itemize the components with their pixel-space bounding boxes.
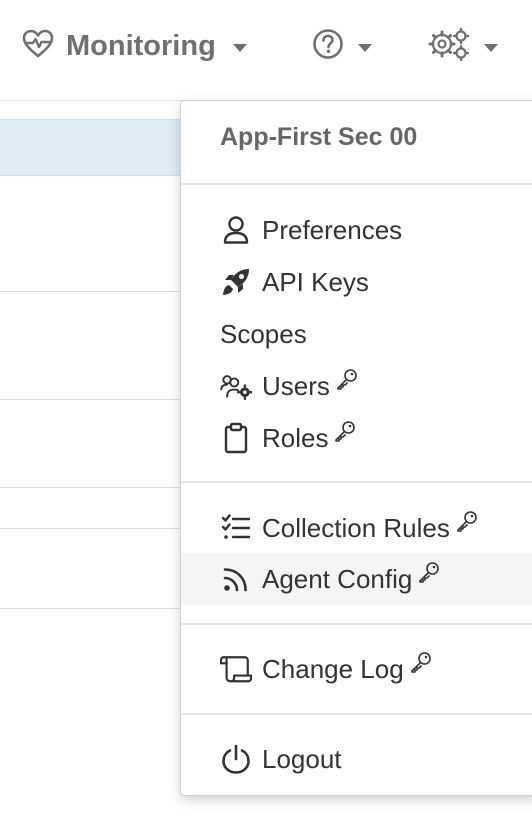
menu-item-agent-config[interactable]: Agent Config bbox=[181, 553, 532, 605]
settings-dropdown-menu: App-First Sec 00 Preferences API Keys Sc… bbox=[180, 100, 532, 796]
key-icon bbox=[410, 649, 432, 673]
menu-item-scopes[interactable]: Scopes bbox=[181, 308, 532, 360]
key-icon bbox=[418, 559, 440, 583]
menu-item-label: Users bbox=[262, 370, 330, 401]
top-navbar: Monitoring bbox=[0, 0, 532, 101]
users-cog-icon bbox=[220, 370, 252, 402]
help-menu-toggle[interactable] bbox=[312, 24, 372, 68]
monitoring-menu-toggle[interactable]: Monitoring bbox=[22, 24, 247, 68]
power-icon bbox=[220, 743, 252, 775]
menu-item-label: Agent Config bbox=[262, 563, 413, 594]
chevron-down-icon bbox=[358, 44, 372, 52]
menu-divider bbox=[181, 713, 532, 715]
chevron-down-icon bbox=[232, 44, 247, 52]
menu-item-label: Logout bbox=[262, 743, 342, 774]
menu-item-label: Roles bbox=[262, 422, 329, 453]
menu-item-label: Scopes bbox=[220, 318, 307, 349]
menu-item-logout[interactable]: Logout bbox=[181, 733, 532, 785]
question-circle-icon bbox=[312, 28, 344, 65]
menu-item-label: API Keys bbox=[262, 266, 369, 297]
monitoring-label: Monitoring bbox=[66, 29, 216, 62]
rocket-icon bbox=[220, 266, 252, 298]
menu-divider bbox=[181, 623, 532, 625]
chevron-down-icon bbox=[484, 44, 498, 52]
menu-item-change-log[interactable]: Change Log bbox=[181, 643, 532, 695]
menu-item-collection-rules[interactable]: Collection Rules bbox=[181, 502, 532, 554]
menu-header-account: App-First Sec 00 bbox=[220, 123, 418, 151]
rss-icon bbox=[220, 563, 252, 595]
scroll-icon bbox=[220, 653, 252, 685]
menu-item-label: Collection Rules bbox=[262, 512, 450, 543]
key-icon bbox=[334, 418, 356, 442]
settings-menu-toggle[interactable] bbox=[428, 24, 498, 68]
menu-item-label: Change Log bbox=[262, 653, 404, 684]
tasks-icon bbox=[220, 512, 252, 544]
heart-pulse-icon bbox=[22, 29, 54, 64]
menu-item-label: Preferences bbox=[262, 214, 403, 245]
menu-divider bbox=[181, 183, 532, 185]
clipboard-icon bbox=[220, 422, 252, 454]
menu-divider bbox=[181, 481, 532, 483]
user-icon bbox=[220, 214, 252, 246]
menu-item-users[interactable]: Users bbox=[181, 360, 532, 412]
key-icon bbox=[456, 508, 478, 532]
key-icon bbox=[336, 366, 358, 390]
menu-item-api-keys[interactable]: API Keys bbox=[181, 256, 532, 308]
gears-icon bbox=[428, 27, 470, 66]
menu-item-preferences[interactable]: Preferences bbox=[181, 204, 532, 256]
menu-item-roles[interactable]: Roles bbox=[181, 412, 532, 464]
